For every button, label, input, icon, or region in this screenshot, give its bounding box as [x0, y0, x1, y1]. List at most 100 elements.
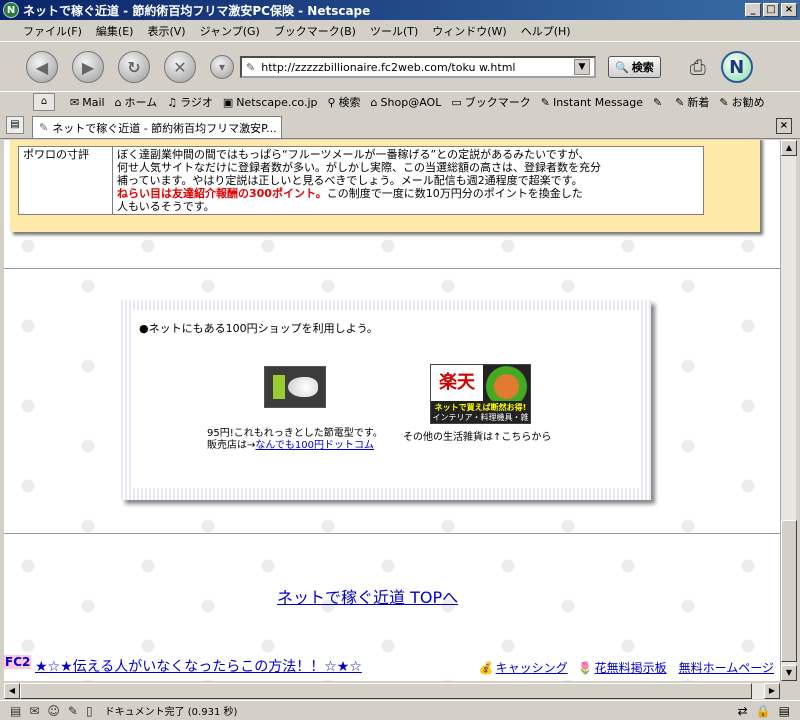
page-icon: ✎ [39, 121, 49, 134]
toolbar-netscape[interactable]: ▣ Netscape.co.jp [223, 96, 318, 109]
netscape-logo[interactable]: N [720, 51, 753, 83]
back-arrow-icon: ◀ [35, 57, 49, 77]
print-button[interactable]: ⎙ [683, 54, 713, 80]
toolbar-radio[interactable]: ♫ ラジオ [167, 94, 213, 110]
url-input[interactable] [261, 60, 574, 74]
toolbar-instant-message[interactable]: ✎ Instant Message [541, 96, 643, 109]
toolbar-shop-aol[interactable]: ⌂ Shop@AOL [371, 96, 442, 109]
maximize-button[interactable]: □ [763, 3, 779, 17]
back-button[interactable]: ◀ [26, 51, 58, 83]
location-dropdown-button[interactable]: ▾ [210, 55, 234, 79]
status-text: ドキュメント完了 (0.931 秒) [104, 707, 238, 718]
light-bulb-image[interactable] [264, 366, 326, 408]
free-bbs-link[interactable]: 花無料掲示板 [595, 659, 667, 676]
scroll-down-button[interactable]: ▼ [781, 665, 797, 681]
vertical-scrollbar[interactable]: ▲ ▼ [780, 140, 797, 681]
composer-icon[interactable]: ✎ [68, 704, 78, 718]
toolbar-home[interactable]: ⌂ ホーム [115, 94, 158, 110]
url-bar[interactable]: ✎ ▼ [240, 56, 596, 78]
toolbar-recommend[interactable]: ✎ お勧め [719, 94, 764, 110]
menu-go[interactable]: ジャンプ(G) [193, 23, 267, 39]
close-tab-button[interactable]: × [776, 118, 792, 134]
menu-file[interactable]: ファイル(F) [16, 23, 89, 39]
window-title: ネットで稼ぐ近道 - 節約術百均フリマ激安PC保険 - Netscape [23, 3, 371, 18]
menu-window[interactable]: ウィンドウ(W) [425, 23, 513, 39]
vertical-scroll-thumb[interactable] [781, 520, 797, 662]
fc2-badge[interactable]: FC2 [4, 655, 32, 669]
divider [4, 268, 780, 270]
promo-heading: ●ネットにもある100円ショップを利用しよう。 [139, 322, 378, 335]
horizontal-scroll-thumb[interactable] [20, 683, 752, 699]
reload-button[interactable]: ↻ [118, 51, 150, 83]
table-row: ポワロの寸評 ぼく達副業仲間の間ではもっぱら“フルーツメールが一番稼げる”との定… [18, 146, 704, 215]
review-table: ポワロの寸評 ぼく達副業仲間の間ではもっぱら“フルーツメールが一番稼げる”との定… [18, 146, 704, 215]
aol-icon: ⌂ [370, 95, 378, 109]
radio-icon: ♫ [167, 95, 178, 109]
bookmark-icon: ✎ [675, 95, 685, 109]
netscape-icon: ▣ [222, 95, 234, 109]
menu-help[interactable]: ヘルプ(H) [514, 23, 578, 39]
tab-current[interactable]: ✎ ネットで稼ぐ近道 - 節約術百均フリマ激安P... [32, 116, 282, 138]
chair-image [483, 365, 530, 401]
scroll-right-button[interactable]: ▶ [764, 683, 780, 699]
search-button-label: 検索 [631, 61, 654, 74]
address-book-icon[interactable]: ▯ [86, 704, 93, 718]
review-text: ぼく達副業仲間の間ではもっぱら“フルーツメールが一番稼げる”との定説があるみたい… [112, 146, 704, 215]
security-icon[interactable]: 🔒 [756, 704, 771, 718]
menu-edit[interactable]: 編集(E) [89, 23, 141, 39]
bulb-caption: 95円!これもれっきとした節電型です。 販売店は→なんでも100円ドットコム [207, 428, 383, 451]
rakuten-caption: その他の生活雑貨は↑こちらから [403, 432, 552, 443]
menu-tools[interactable]: ツール(T) [363, 23, 425, 39]
mail-icon[interactable]: ✉ [29, 704, 39, 718]
footer-links: 💰 キャッシング 🌷 花無料掲示板 無料ホームページ [479, 659, 774, 676]
toolbar-mail[interactable]: ✉ Mail [70, 96, 105, 109]
free-homepage-link[interactable]: 無料ホームページ [679, 659, 774, 676]
scroll-left-button[interactable]: ◀ [4, 683, 20, 699]
toolbar-new[interactable]: ✎ 新着 [675, 94, 709, 110]
shop-promo-box: ●ネットにもある100円ショップを利用しよう。 95円!これもれっきとした節電型… [121, 300, 651, 500]
forward-arrow-icon: ▶ [81, 57, 95, 77]
chevron-down-icon: ▾ [218, 60, 226, 74]
status-bar: ▤ ✉ ☺ ✎ ▯ ドキュメント完了 (0.931 秒) ⇄ 🔒 ▤ [0, 700, 800, 720]
rakuten-logo: 楽天 [439, 372, 475, 393]
tabs-icon[interactable]: ▤ [10, 704, 21, 718]
highlight-text: ねらい目は友達紹介報酬の300ポイント。 [117, 187, 327, 200]
page-content: ポワロの寸評 ぼく達副業仲間の間ではもっぱら“フルーツメールが一番稼げる”との定… [4, 140, 780, 681]
page-proxy-icon[interactable]: ✎ [246, 61, 255, 74]
horizontal-scrollbar[interactable]: ◀ ▶ [4, 683, 780, 699]
close-button[interactable]: × [781, 3, 797, 17]
personal-toolbar-grip[interactable]: ⌂ [33, 93, 55, 111]
menu-bar: ファイル(F) 編集(E) 表示(V) ジャンプ(G) ブックマーク(B) ツー… [0, 20, 800, 42]
home-icon: ⌂ [114, 95, 122, 109]
minimize-button[interactable]: _ [745, 3, 761, 17]
menu-bookmarks[interactable]: ブックマーク(B) [267, 23, 363, 39]
cashing-link[interactable]: キャッシング [496, 659, 568, 676]
footer-promo-link[interactable]: ★☆★伝える人がいなくなったらこの方法！！☆★☆ [35, 656, 362, 676]
menu-view[interactable]: 表示(V) [140, 23, 192, 39]
bookmark-icon: ✎ [652, 95, 663, 109]
stop-button[interactable]: ✕ [164, 51, 196, 83]
forward-button[interactable]: ▶ [72, 51, 104, 83]
url-history-dropdown[interactable]: ▼ [574, 59, 590, 75]
flower-icon: 🌷 [577, 660, 593, 675]
reload-icon: ↻ [127, 57, 141, 77]
rakuten-banner[interactable]: 楽天 ネットで買えば断然お得! インテリア・料理機具・雑貨 [430, 364, 531, 424]
toolbar-search[interactable]: ⚲ 検索 [327, 94, 360, 110]
divider [4, 533, 780, 535]
top-page-link[interactable]: ネットで稼ぐ近道 TOPへ [277, 584, 458, 608]
search-button[interactable]: 🔍 検索 [608, 56, 661, 78]
toolbar-bookmarks[interactable]: ▭ ブックマーク [451, 94, 530, 110]
review-label: ポワロの寸評 [18, 146, 113, 215]
money-bag-icon: 💰 [478, 660, 494, 675]
toolbar-bookmark-blank[interactable]: ✎ [653, 96, 665, 109]
scroll-up-button[interactable]: ▲ [781, 140, 797, 156]
new-tab-button[interactable]: ▤ [6, 116, 24, 134]
personal-toolbar: ⌂ ✉ Mail ⌂ ホーム ♫ ラジオ ▣ Netscape.co.jp ⚲ 検索 ⌂ S… [0, 91, 800, 112]
bookmark-folder-icon: ▭ [451, 95, 462, 109]
100yen-shop-link[interactable]: なんでも100円ドットコム [255, 440, 374, 451]
connection-icon: ⇄ [737, 703, 748, 718]
mail-icon: ✉ [70, 95, 80, 109]
netscape-n-icon: N [3, 2, 19, 18]
im-icon[interactable]: ☺ [47, 704, 60, 718]
shop-promo-inner: ●ネットにもある100円ショップを利用しよう。 95円!これもれっきとした節電型… [131, 310, 639, 488]
